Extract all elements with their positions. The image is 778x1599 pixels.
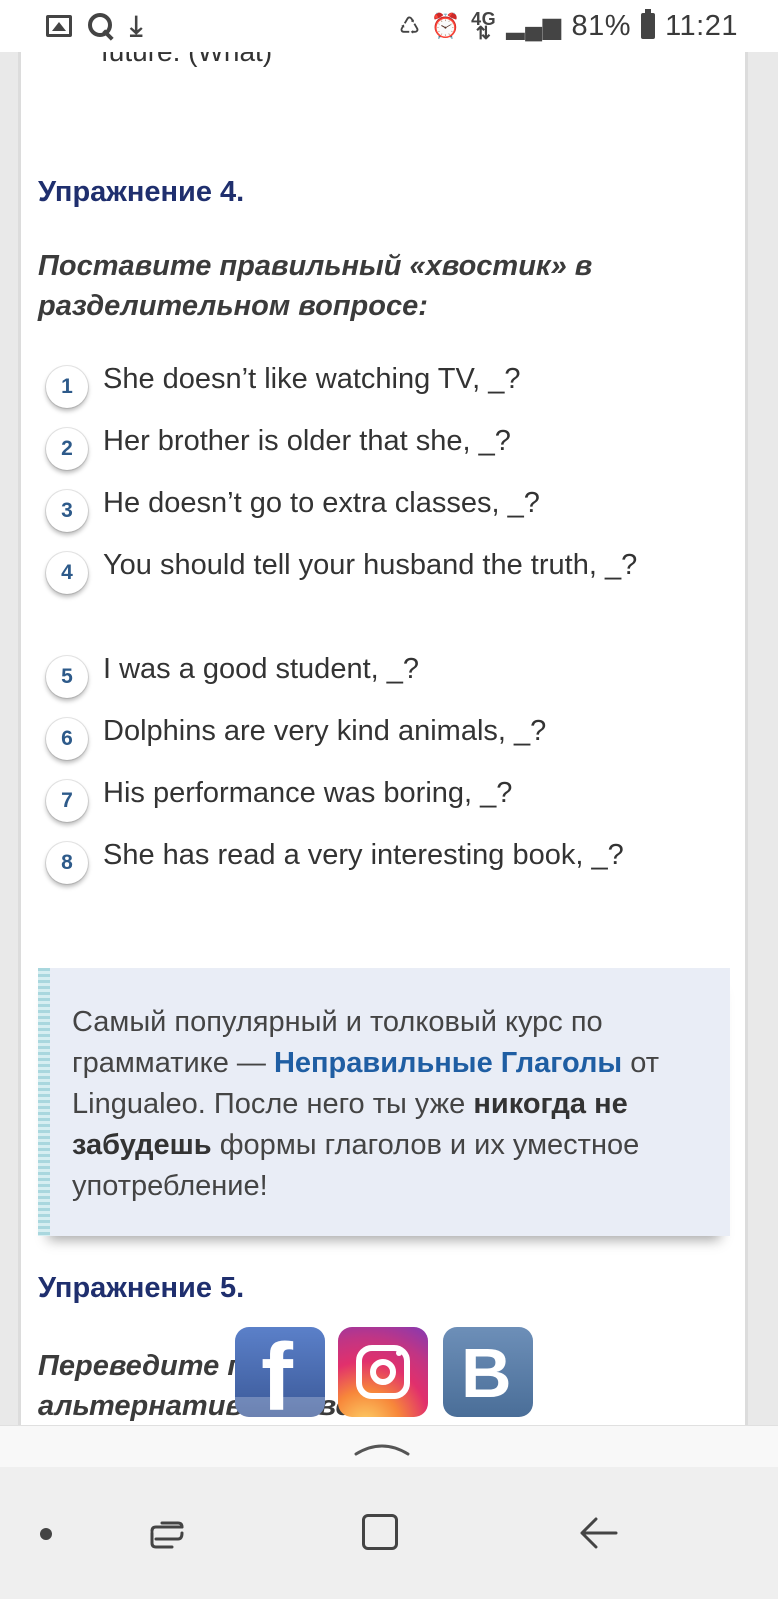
article-page: future. (What) Упражнение 4. Поставите п… (18, 0, 748, 1425)
item-text: She has read a very interesting book, _? (103, 839, 624, 871)
signal-icon: ▂▄▆ (506, 12, 562, 40)
item-text: Her brother is older that she, _? (103, 425, 511, 457)
course-promo-box: Самый популярный и толковый курс по грам… (38, 968, 730, 1236)
item-text: His performance was boring, _? (103, 777, 513, 809)
item-text: He doesn’t go to extra classes, _? (103, 487, 540, 519)
exercise-5-heading: Упражнение 5. (38, 1272, 245, 1304)
network-type: 4G ⇅ (471, 9, 497, 43)
instagram-dot (396, 1350, 402, 1356)
item-number-badge: 5 (46, 656, 88, 698)
item-number-badge: 6 (46, 718, 88, 760)
collapse-bar[interactable] (0, 1425, 778, 1467)
item-number-badge: 2 (46, 428, 88, 470)
recycle-icon: ♺ (398, 12, 421, 40)
item-number-badge: 3 (46, 490, 88, 532)
back-icon[interactable] (578, 1515, 618, 1551)
item-number-badge: 7 (46, 780, 88, 822)
exercise-4-heading: Упражнение 4. (38, 176, 245, 208)
alarm-icon: ⏰ (430, 12, 462, 40)
irregular-verbs-course-link[interactable]: Неправильные Глаголы (274, 1047, 622, 1079)
item-number-badge: 8 (46, 842, 88, 884)
item-text: I was a good student, _? (103, 653, 419, 685)
promo-text: Самый популярный и толковый курс по грам… (72, 1002, 712, 1207)
gallery-icon (46, 15, 72, 37)
battery-percent: 81% (571, 9, 632, 42)
nav-dot-icon[interactable] (40, 1528, 52, 1540)
item-text: Dolphins are very kind animals, _? (103, 715, 547, 747)
vk-icon: B (461, 1334, 512, 1412)
chevron-up-icon[interactable] (354, 1440, 410, 1456)
item-text: You should tell your husband the truth, … (103, 549, 638, 581)
instagram-share-button[interactable] (338, 1327, 428, 1417)
item-number-badge: 1 (46, 366, 88, 408)
item-text: She doesn’t like watching TV, _? (103, 363, 521, 395)
recent-apps-icon[interactable] (148, 1517, 186, 1551)
vk-share-button[interactable]: B (443, 1327, 533, 1417)
instagram-lens (370, 1359, 396, 1385)
facebook-share-button[interactable]: f (235, 1327, 325, 1417)
exercise-4-task: Поставите правильный «хвостик» в раздели… (38, 250, 593, 322)
search-icon (86, 11, 116, 41)
facebook-icon: f (261, 1327, 293, 1417)
download-icon: ⤓ (130, 9, 143, 41)
status-bar: ⤓ ♺ ⏰ 4G ⇅ ▂▄▆ 81% 11:21 (0, 0, 778, 52)
home-button-icon[interactable] (362, 1514, 398, 1550)
battery-icon (641, 9, 656, 39)
clock: 11:21 (665, 9, 738, 42)
exercise-5-task-part: Переведите п (38, 1350, 246, 1382)
item-number-badge: 4 (46, 552, 88, 594)
navigation-bar (0, 1467, 778, 1599)
